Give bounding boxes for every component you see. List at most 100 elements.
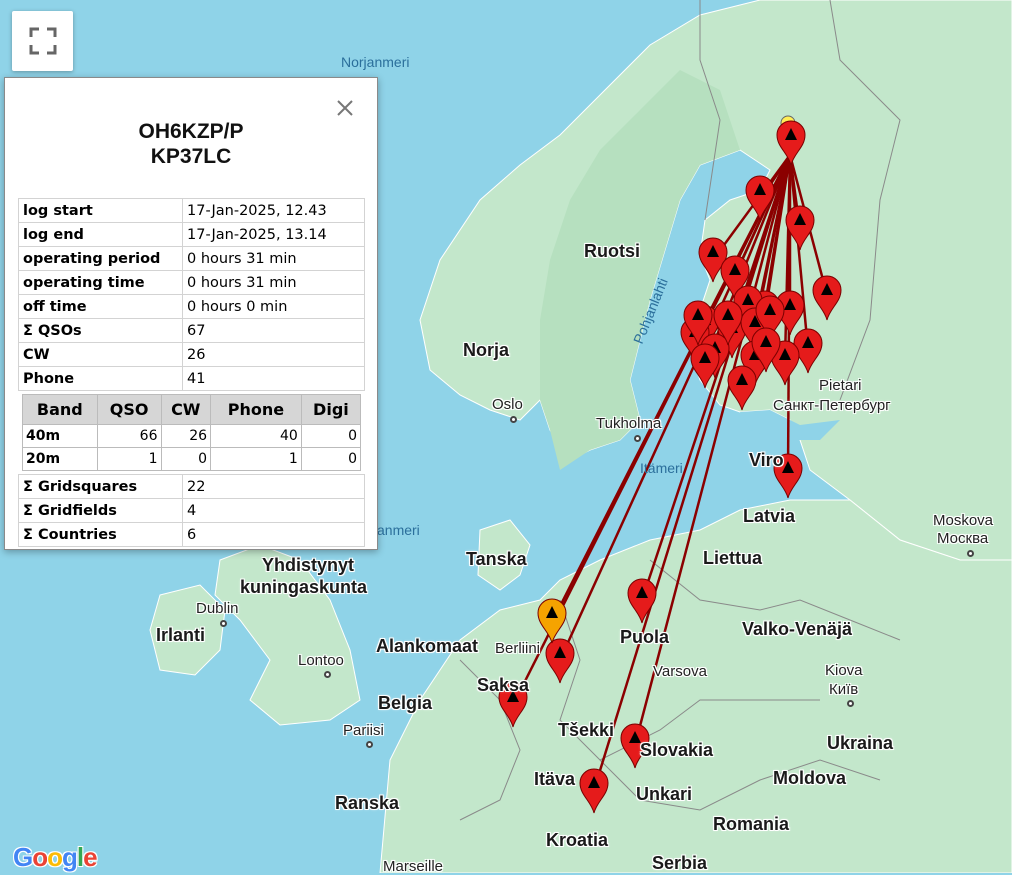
label-valkovenaja: Valko-Venäjä [742, 619, 853, 639]
label-moldova: Moldova [773, 768, 847, 788]
label-uk-line2: kuningaskunta [240, 577, 368, 597]
oslo-city-dot [510, 416, 517, 423]
grid-summary-table: Σ Gridsquares 22 Σ Gridfields 4 Σ Countries 6 [18, 474, 365, 547]
summary-key: Σ Gridfields [18, 498, 183, 523]
summary-row: Σ Gridsquares 22 [18, 474, 365, 499]
pariisi-city-dot [366, 741, 373, 748]
band-cell: 20m [22, 447, 98, 471]
band-cell: 66 [96, 424, 162, 448]
band-cell: 0 [300, 447, 362, 471]
summary-row: log start 17-Jan-2025, 12.43 [18, 198, 365, 223]
label-itameri: Itämeri [640, 460, 683, 476]
fullscreen-button[interactable] [12, 11, 73, 71]
label-kroatia: Kroatia [546, 830, 609, 850]
band-cell: 0 [300, 424, 362, 448]
label-norja: Norja [463, 340, 510, 360]
band-table-header: QSO [96, 394, 162, 425]
label-liettua: Liettua [703, 548, 763, 568]
summary-key: Σ Gridsquares [18, 474, 183, 499]
label-tanska: Tanska [466, 549, 527, 569]
summary-value: 6 [182, 522, 365, 547]
popup-callsign: OH6KZP/P [138, 120, 244, 143]
band-table-header: Digi [300, 394, 362, 425]
summary-value: 0 hours 31 min [182, 270, 365, 295]
summary-value: 41 [182, 366, 365, 391]
summary-key: off time [18, 294, 183, 319]
band-row: 40m 66 26 40 0 [22, 424, 362, 448]
summary-row: operating time 0 hours 31 min [18, 270, 365, 295]
band-cell: 1 [210, 447, 302, 471]
label-varsova: Varsova [653, 663, 707, 680]
summary-value: 17-Jan-2025, 13.14 [182, 222, 365, 247]
qso-marker[interactable] [545, 638, 575, 684]
google-logo[interactable]: Google [13, 842, 98, 873]
summary-key: CW [18, 342, 183, 367]
summary-row: Phone 41 [18, 366, 365, 391]
summary-value: 0 hours 0 min [182, 294, 365, 319]
label-kiova: Kiova [825, 662, 863, 679]
tukholma-city-dot [634, 435, 641, 442]
label-alankomaat: Alankomaat [376, 636, 479, 656]
summary-key: Phone [18, 366, 183, 391]
label-saksa: Saksa [477, 675, 530, 695]
label-pohjanmeri: anmeri [377, 522, 420, 538]
close-icon[interactable] [335, 98, 355, 118]
label-tsekki: Tšekki [558, 720, 615, 740]
label-pietari: Pietari [819, 377, 862, 394]
summary-row: Σ Gridfields 4 [18, 498, 365, 523]
label-kiova-uk: Київ [829, 681, 859, 698]
summary-key: operating period [18, 246, 183, 271]
qso-marker[interactable] [812, 275, 842, 321]
label-puola: Puola [620, 627, 670, 647]
dublin-city-dot [220, 620, 227, 627]
summary-key: Σ QSOs [18, 318, 183, 343]
summary-row: off time 0 hours 0 min [18, 294, 365, 319]
popup-locator: KP37LC [150, 145, 232, 168]
qso-marker-orange[interactable] [537, 598, 567, 644]
label-lontoo: Lontoo [298, 652, 344, 669]
summary-value: 17-Jan-2025, 12.43 [182, 198, 365, 223]
label-latvia: Latvia [743, 506, 796, 526]
qso-marker[interactable] [776, 120, 806, 166]
summary-value: 0 hours 31 min [182, 246, 365, 271]
qso-marker[interactable] [727, 365, 757, 411]
label-ranska: Ranska [335, 793, 400, 813]
log-summary-table: log start 17-Jan-2025, 12.43 log end 17-Jan… [18, 198, 365, 391]
label-uk-line1: Yhdistynyt [262, 555, 355, 575]
label-irlanti: Irlanti [156, 625, 206, 645]
label-pietari-ru: Санкт-Петербург [773, 397, 891, 414]
moskova-city-dot [967, 550, 974, 557]
band-row: 20m 1 0 1 0 [22, 447, 362, 471]
summary-value: 22 [182, 474, 365, 499]
label-marseille: Marseille [383, 858, 444, 875]
label-pariisi: Pariisi [343, 722, 384, 739]
summary-row: Σ Countries 6 [18, 522, 365, 547]
qso-info-popup: OH6KZP/P KP37LC log start 17-Jan-2025, 12… [4, 77, 378, 550]
label-ruotsi: Ruotsi [584, 241, 640, 261]
qso-marker[interactable] [627, 578, 657, 624]
fullscreen-icon [29, 27, 57, 55]
summary-value: 4 [182, 498, 365, 523]
band-table-header: Phone [210, 394, 302, 425]
band-table: Band QSO CW Phone Digi 40m 66 26 40 0 20m 1 0 1 0 [22, 394, 362, 471]
label-moskova-ru: Москва [937, 530, 989, 547]
lontoo-city-dot [324, 671, 331, 678]
label-berliini: Berliini [495, 640, 541, 657]
label-itavalta: Itäva [534, 769, 576, 789]
band-table-header: Band [22, 394, 98, 425]
label-unkari: Unkari [636, 784, 693, 804]
summary-row: CW 26 [18, 342, 365, 367]
label-slovakia: Slovakia [640, 740, 714, 760]
label-oslo: Oslo [492, 396, 523, 413]
band-cell: 26 [160, 424, 212, 448]
summary-row: log end 17-Jan-2025, 13.14 [18, 222, 365, 247]
label-belgia: Belgia [378, 693, 433, 713]
band-cell: 40 [210, 424, 302, 448]
band-table-header: CW [160, 394, 212, 425]
label-viro: Viro [749, 450, 784, 470]
kiova-city-dot [847, 700, 854, 707]
summary-value: 67 [182, 318, 365, 343]
summary-row: Σ QSOs 67 [18, 318, 365, 343]
summary-row: operating period 0 hours 31 min [18, 246, 365, 271]
qso-marker[interactable] [579, 768, 609, 814]
